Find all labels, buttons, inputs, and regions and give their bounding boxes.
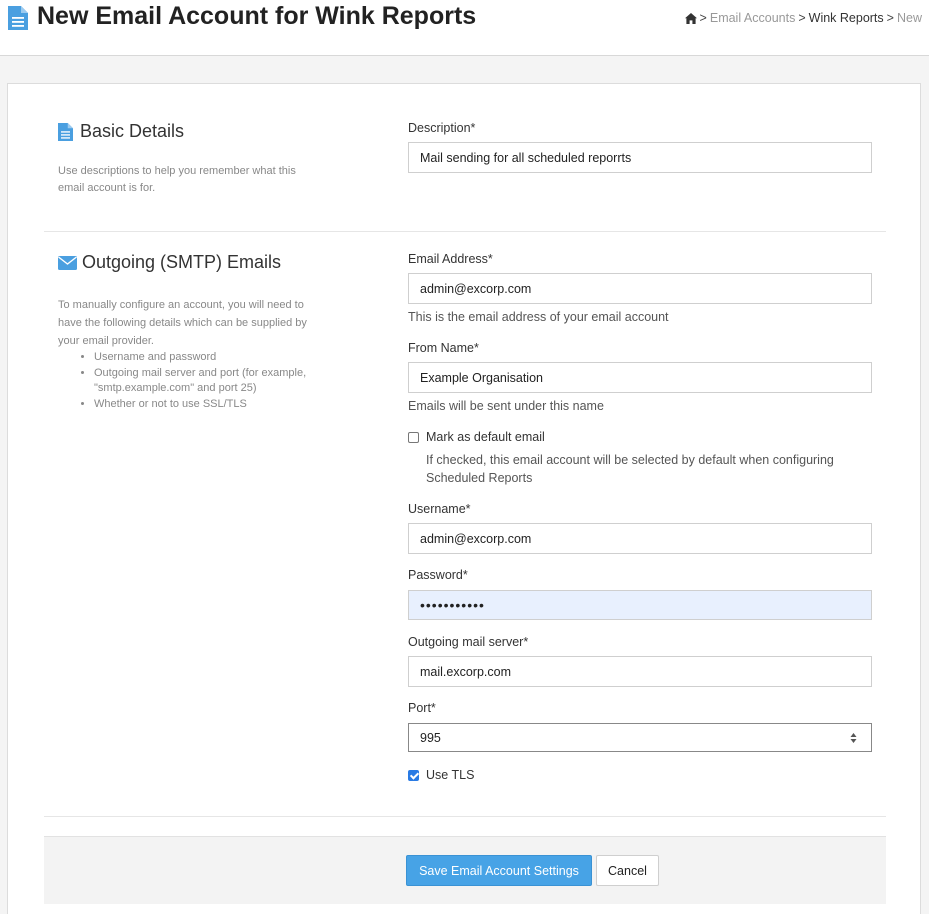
breadcrumb-wink-reports[interactable]: Wink Reports (809, 11, 884, 25)
header-bar: New Email Account for Wink Reports > Ema… (0, 0, 929, 56)
cancel-button[interactable]: Cancel (596, 855, 659, 886)
breadcrumb-separator: > (699, 11, 707, 25)
spinner-arrows-icon[interactable] (849, 731, 858, 745)
mail-server-label: Outgoing mail server* (408, 635, 529, 649)
breadcrumb-separator: > (798, 11, 806, 25)
username-input[interactable] (408, 523, 872, 554)
home-icon[interactable] (684, 12, 697, 24)
password-label: Password* (408, 568, 468, 582)
description-label: Description* (408, 121, 476, 135)
use-tls-checkbox[interactable] (408, 770, 419, 781)
basic-details-title: Basic Details (80, 121, 185, 141)
description-input[interactable] (408, 142, 872, 173)
document-icon (8, 6, 28, 30)
username-label: Username* (408, 502, 471, 516)
email-address-input[interactable] (408, 273, 872, 304)
use-tls-label[interactable]: Use TLS (426, 768, 474, 782)
list-item: Outgoing mail server and port (for examp… (94, 366, 313, 397)
from-name-input[interactable] (408, 362, 872, 393)
email-address-help: This is the email address of your email … (408, 310, 669, 324)
section-divider (44, 231, 886, 232)
list-item: Whether or not to use SSL/TLS (94, 397, 313, 413)
save-email-account-button[interactable]: Save Email Account Settings (406, 855, 592, 886)
from-name-label: From Name* (408, 341, 479, 355)
breadcrumb-new: New (896, 11, 922, 25)
basic-details-description: Use descriptions to help you remember wh… (58, 165, 296, 194)
form-card (7, 83, 921, 914)
basic-details-heading: Basic Details (58, 121, 184, 142)
default-email-checkbox[interactable] (408, 432, 419, 443)
list-item: Username and password (94, 350, 313, 366)
from-name-help: Emails will be sent under this name (408, 399, 604, 413)
breadcrumb: > Email Accounts > Wink Reports > New (684, 11, 922, 25)
breadcrumb-separator: > (886, 11, 894, 25)
envelope-icon (58, 255, 77, 270)
default-email-help-line2: Scheduled Reports (426, 471, 533, 485)
smtp-heading: Outgoing (SMTP) Emails (58, 252, 281, 273)
section-divider (44, 816, 886, 817)
default-email-label[interactable]: Mark as default email (426, 430, 545, 444)
mail-server-input[interactable] (408, 656, 872, 687)
page-title: New Email Account for Wink Reports (37, 2, 477, 30)
smtp-requirements-list: Username and password Outgoing mail serv… (58, 350, 313, 412)
default-email-help-line1: If checked, this email account will be s… (426, 453, 834, 467)
port-input[interactable] (408, 723, 872, 752)
password-input[interactable] (408, 590, 872, 620)
email-address-label: Email Address* (408, 252, 493, 266)
breadcrumb-email-accounts[interactable]: Email Accounts (710, 11, 795, 25)
document-icon (58, 122, 73, 141)
port-label: Port* (408, 701, 436, 715)
smtp-intro: To manually configure an account, you wi… (58, 296, 313, 412)
smtp-title: Outgoing (SMTP) Emails (82, 252, 282, 272)
smtp-intro-text: To manually configure an account, you wi… (58, 299, 307, 347)
